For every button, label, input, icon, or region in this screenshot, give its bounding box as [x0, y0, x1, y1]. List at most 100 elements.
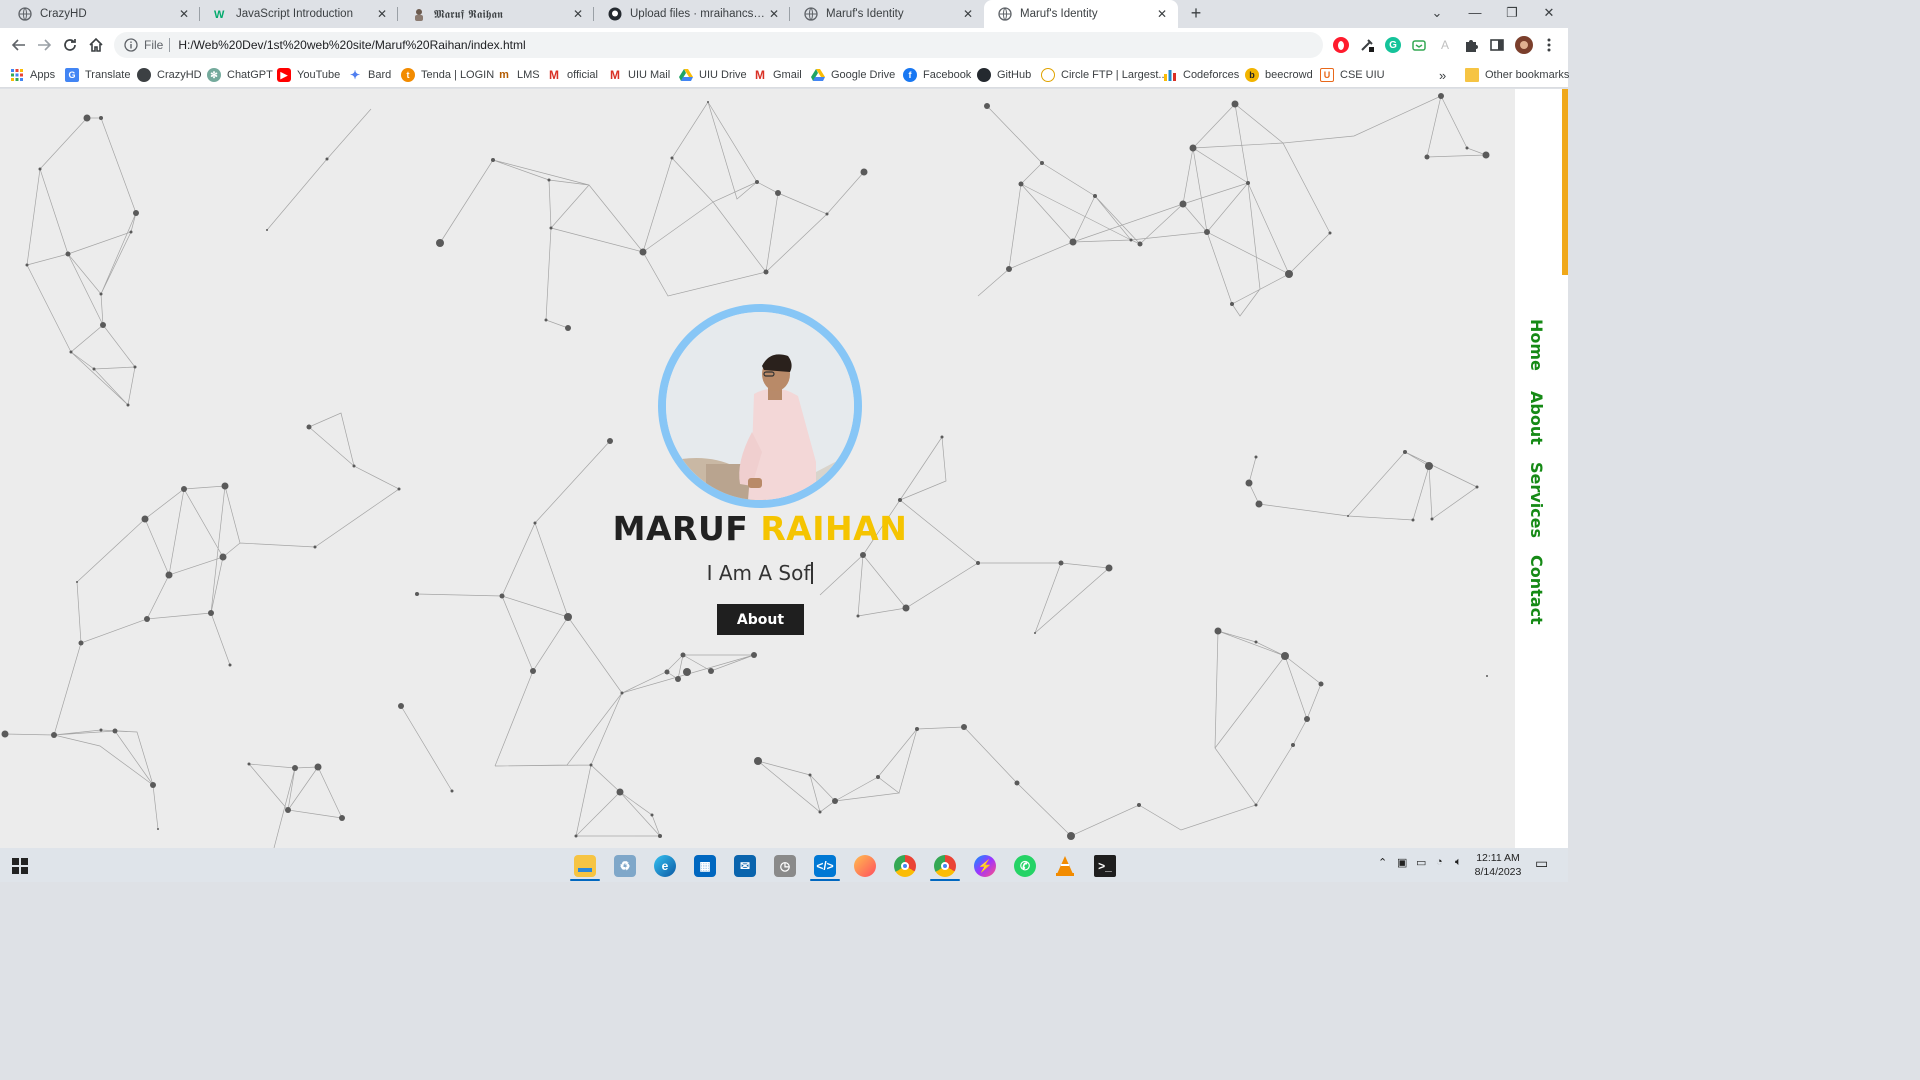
mail-icon[interactable]: ✉	[734, 855, 756, 877]
drive-icon	[679, 68, 693, 82]
notification-center-icon[interactable]: ▭	[1535, 855, 1548, 872]
w3schools-icon: W	[214, 7, 228, 21]
minimize-button[interactable]: —	[1456, 0, 1494, 28]
bookmark-chatgpt[interactable]: ✻ ChatGPT	[207, 67, 273, 83]
gmail-icon: M	[549, 68, 559, 82]
bookmark-crazyhd[interactable]: CrazyHD	[137, 67, 202, 83]
nav-home[interactable]: Home	[1527, 319, 1546, 371]
tab-javascript-introduction[interactable]: W JavaScript Introduction ✕	[200, 0, 398, 28]
bookmark-uiu-mail[interactable]: M UIU Mail	[608, 67, 670, 83]
nav-services[interactable]: Services	[1527, 462, 1546, 538]
bookmark-cse-uiu[interactable]: U CSE UIU	[1320, 67, 1385, 83]
chrome-icon[interactable]	[894, 855, 916, 877]
close-tab-icon[interactable]: ✕	[374, 7, 390, 21]
bookmark-gmail[interactable]: M Gmail	[753, 67, 802, 83]
tab-search-icon[interactable]: ⌄	[1418, 0, 1456, 28]
close-tab-icon[interactable]: ✕	[960, 7, 976, 21]
github-icon	[608, 7, 622, 21]
clock-time: 12:11 AM	[1476, 852, 1520, 864]
beecrowd-icon: b	[1245, 68, 1259, 82]
whatsapp-icon[interactable]: ✆	[1014, 855, 1036, 877]
store-icon[interactable]: ▦	[694, 855, 716, 877]
bookmark-apps[interactable]: Apps	[10, 67, 55, 83]
bookmark-circle-ftp[interactable]: Circle FTP | Largest...	[1041, 67, 1168, 83]
ftp-icon	[1041, 68, 1055, 82]
edge-icon[interactable]: e	[654, 855, 676, 877]
restore-button[interactable]: ❐	[1493, 0, 1531, 28]
bookmark-bard[interactable]: ✦ Bard	[348, 67, 391, 83]
clock-date: 8/14/2023	[1474, 866, 1522, 878]
extensions-puzzle-icon[interactable]	[1463, 37, 1479, 53]
bookmark-uiu-drive[interactable]: UIU Drive	[679, 67, 747, 83]
vscode-icon[interactable]: </>	[814, 855, 836, 877]
close-tab-icon[interactable]: ✕	[766, 7, 782, 21]
tray-display-icon[interactable]: ▣	[1397, 856, 1407, 869]
tab-marufs-identity-active[interactable]: Maruf's Identity ✕	[984, 0, 1178, 28]
opera-icon[interactable]	[1333, 37, 1349, 53]
new-tab-button[interactable]: +	[1186, 4, 1206, 24]
extension-inbox-icon[interactable]	[1411, 37, 1427, 53]
profile-avatar[interactable]	[1515, 36, 1533, 54]
bookmark-google-drive[interactable]: Google Drive	[811, 67, 895, 83]
nav-contact[interactable]: Contact	[1527, 555, 1546, 625]
tray-chevron-icon[interactable]: ⌃	[1378, 856, 1387, 869]
tab-maruf-raihan[interactable]: 𝕸𝖆𝖗𝖚𝖋 𝕽𝖆𝖎𝖍𝖆𝖓 ✕	[398, 0, 594, 28]
bookmark-facebook[interactable]: f Facebook	[903, 67, 971, 83]
tray-network-icon[interactable]: ◔	[1436, 856, 1443, 868]
tray-battery-icon[interactable]: ▭	[1416, 856, 1426, 869]
system-clock[interactable]: 12:11 AM 8/14/2023	[1470, 851, 1526, 879]
bard-icon: ✦	[349, 68, 361, 82]
clock-icon[interactable]: ◷	[774, 855, 796, 877]
tab-strip: CrazyHD ✕ W JavaScript Introduction ✕ 𝕸𝖆…	[0, 0, 1568, 28]
tab-crazyhd[interactable]: CrazyHD ✕	[4, 0, 200, 28]
tab-marufs-identity[interactable]: Maruf's Identity ✕	[790, 0, 984, 28]
bookmarks-overflow-button[interactable]: »	[1439, 67, 1446, 83]
close-tab-icon[interactable]: ✕	[570, 7, 586, 21]
extension-tools-icon[interactable]	[1359, 37, 1375, 53]
forward-button[interactable]	[33, 34, 55, 56]
url-scheme-label: File	[144, 38, 164, 52]
bookmark-translate[interactable]: G Translate	[65, 67, 130, 83]
typing-caret	[811, 562, 814, 584]
nav-about[interactable]: About	[1527, 391, 1546, 445]
other-bookmarks[interactable]: Other bookmarks	[1465, 67, 1569, 83]
extension-a-icon[interactable]: A	[1437, 37, 1453, 53]
windows-start-icon[interactable]	[9, 855, 31, 877]
recycle-icon[interactable]: ♻	[614, 855, 636, 877]
tray-volume-icon[interactable]: 🔈︎	[1455, 856, 1462, 869]
menu-kebab-icon[interactable]	[1541, 37, 1557, 53]
grammarly-icon[interactable]: G	[1385, 37, 1401, 53]
tab-upload-files[interactable]: Upload files · mraihancs/portfolic ✕	[594, 0, 790, 28]
bookmark-beecrowd[interactable]: b beecrowd	[1245, 67, 1313, 83]
side-panel-icon[interactable]	[1489, 37, 1505, 53]
close-tab-icon[interactable]: ✕	[1154, 7, 1170, 21]
back-button[interactable]	[8, 34, 30, 56]
file-explorer-icon[interactable]	[574, 855, 596, 877]
close-window-button[interactable]: ✕	[1530, 0, 1568, 28]
bookmark-github[interactable]: GitHub	[977, 67, 1031, 83]
avatar-icon	[412, 7, 426, 21]
home-button[interactable]	[85, 34, 107, 56]
reload-button[interactable]	[59, 34, 81, 56]
bookmarks-bar: Apps G Translate CrazyHD ✻ ChatGPT ▶ YouTub…	[0, 62, 1569, 88]
bookmark-lms[interactable]: m LMS	[497, 67, 540, 83]
address-bar[interactable]: File H:/Web%20Dev/1st%20web%20site/Maruf…	[114, 32, 1323, 58]
codeforces-icon	[1163, 68, 1177, 82]
about-button[interactable]: About	[717, 604, 804, 635]
chrome-profile-icon[interactable]	[934, 855, 956, 877]
close-tab-icon[interactable]: ✕	[176, 7, 192, 21]
vlc-icon[interactable]	[1054, 855, 1076, 877]
firefox-icon[interactable]	[854, 855, 876, 877]
bookmark-youtube[interactable]: ▶ YouTube	[277, 67, 340, 83]
bookmark-official[interactable]: Mofficial	[547, 67, 598, 83]
messenger-icon[interactable]: ⚡	[974, 855, 996, 877]
svg-text:W: W	[214, 9, 225, 21]
youtube-icon: ▶	[277, 68, 291, 82]
tab-title: Maruf's Identity	[826, 8, 904, 20]
bookmark-codeforces[interactable]: Codeforces	[1163, 67, 1239, 83]
bookmark-label: Bard	[368, 69, 392, 81]
home-icon	[89, 37, 103, 52]
url-text[interactable]: H:/Web%20Dev/1st%20web%20site/Maruf%20Ra…	[178, 38, 525, 52]
bookmark-tenda[interactable]: t Tenda | LOGIN	[401, 67, 494, 83]
terminal-icon[interactable]: >_	[1094, 855, 1116, 877]
